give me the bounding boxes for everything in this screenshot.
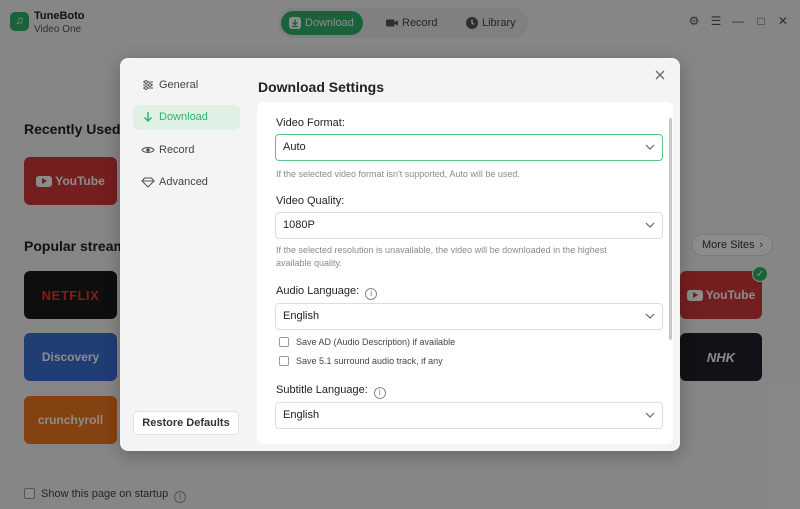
video-format-hint: If the selected video format isn't suppo… <box>276 169 520 179</box>
info-icon[interactable]: i <box>373 387 386 399</box>
subtitle-language-value: English <box>283 409 320 421</box>
audio-language-select[interactable]: English <box>275 303 663 330</box>
subtitle-language-label-row: Subtitle Language: i <box>276 384 386 399</box>
video-quality-hint: If the selected resolution is unavailabl… <box>276 245 607 268</box>
close-icon[interactable] <box>653 68 667 82</box>
save-ad-label: Save AD (Audio Description) if available <box>296 337 456 347</box>
settings-dialog: General Download Record Advanced Restore… <box>120 58 680 451</box>
save-surround-label: Save 5.1 surround audio track, if any <box>296 356 443 366</box>
save-surround-checkbox[interactable] <box>279 356 289 366</box>
save-surround-option[interactable]: Save 5.1 surround audio track, if any <box>279 356 443 366</box>
sidebar-item-label: Record <box>159 144 195 156</box>
diamond-icon <box>141 177 155 188</box>
chevron-down-icon <box>645 144 655 150</box>
info-icon[interactable]: i <box>365 288 378 300</box>
save-ad-option[interactable]: Save AD (Audio Description) if available <box>279 337 455 347</box>
save-ad-checkbox[interactable] <box>279 337 289 347</box>
video-format-select[interactable]: Auto <box>275 134 663 161</box>
chevron-down-icon <box>645 412 655 418</box>
eye-icon <box>141 147 155 153</box>
restore-defaults-button[interactable]: Restore Defaults <box>133 411 239 435</box>
sidebar-item-label: Download <box>159 111 208 123</box>
sliders-icon <box>143 80 153 90</box>
subtitle-language-label: Subtitle Language: <box>276 384 368 396</box>
dialog-title: Download Settings <box>258 79 384 95</box>
video-quality-select[interactable]: 1080P <box>275 212 663 239</box>
subtitle-language-select[interactable]: English <box>275 402 663 429</box>
sidebar-item-record[interactable]: Record <box>133 138 240 163</box>
settings-panel: Video Format: Auto If the selected video… <box>257 102 673 444</box>
chevron-down-icon <box>645 313 655 319</box>
sidebar-item-advanced[interactable]: Advanced <box>133 170 240 195</box>
arrow-down-icon <box>144 112 152 122</box>
audio-language-value: English <box>283 310 320 322</box>
video-format-label: Video Format: <box>276 117 345 129</box>
video-quality-value: 1080P <box>283 219 315 231</box>
chevron-down-icon <box>645 222 655 228</box>
sidebar-item-download[interactable]: Download <box>133 105 240 130</box>
panel-scrollbar[interactable] <box>669 118 672 340</box>
sidebar-item-general[interactable]: General <box>133 73 240 98</box>
audio-language-label-row: Audio Language: i <box>276 285 378 300</box>
sidebar-item-label: General <box>159 79 199 91</box>
video-format-value: Auto <box>283 141 306 153</box>
audio-language-label: Audio Language: <box>276 285 360 297</box>
sidebar-item-label: Advanced <box>159 176 208 188</box>
video-quality-label: Video Quality: <box>276 195 345 207</box>
